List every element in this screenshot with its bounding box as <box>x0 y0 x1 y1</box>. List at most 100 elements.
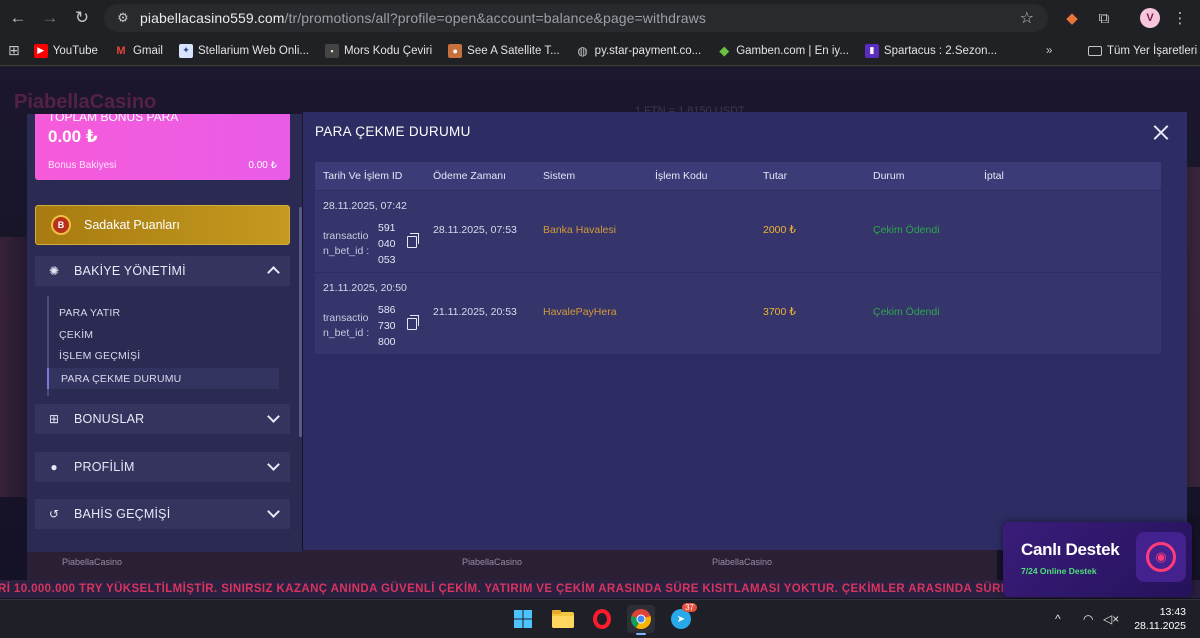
bookmark-star-payment[interactable]: ◍ py.star-payment.co... <box>576 43 701 58</box>
bonus-balance-card: TOPLAM BONUS PARA 0.00 ₺ Bonus Bakiyesi … <box>35 114 290 180</box>
file-explorer-icon[interactable] <box>549 605 577 633</box>
gmail-icon: M <box>116 44 126 57</box>
chat-icon[interactable]: ◉ <box>1136 532 1186 582</box>
game-thumb-logo: PiabellaCasino <box>62 557 123 567</box>
bonus-value: 0.00 ₺ <box>48 127 98 146</box>
bookmark-youtube[interactable]: ▶ YouTube <box>33 43 98 58</box>
cell-tx-label: transactio n_bet_id : <box>323 230 370 257</box>
stellarium-icon: ✦ <box>178 43 193 58</box>
history-icon: ↺ <box>48 507 60 521</box>
bet-history-section[interactable]: ↺ BAHİS GEÇMİŞİ <box>35 499 290 529</box>
site-info-icon[interactable]: ⚙ <box>110 10 136 26</box>
bookmarks-overflow-icon[interactable]: » <box>1046 45 1052 57</box>
submenu-deposit[interactable]: PARA YATIR <box>47 302 279 323</box>
gear-icon: ✺ <box>48 264 60 278</box>
section-label: BONUSLAR <box>74 412 145 426</box>
bookmark-spartacus[interactable]: ▮ Spartacus : 2.Sezon... <box>864 43 998 58</box>
windows-taskbar: ➤ 37 ^ ◠ ◁× 13:43 28.11.2025 <box>0 599 1200 637</box>
bookmark-label: Spartacus : 2.Sezon... <box>883 44 998 57</box>
cell-amount: 3700 ₺ <box>763 306 796 318</box>
profile-section[interactable]: ● PROFİLİM <box>35 452 290 482</box>
submenu-transaction-history[interactable]: İŞLEM GEÇMİŞİ <box>47 345 279 366</box>
chevron-down-icon <box>267 410 280 423</box>
casino-website: PiabellaCasino 1 FTN = 1.8150 USDT Piabe… <box>0 67 1200 599</box>
bookmark-star-icon[interactable]: ☆ <box>1020 8 1034 28</box>
bookmark-morse[interactable]: ▪ Mors Kodu Çeviri <box>324 43 433 58</box>
chrome-icon[interactable] <box>627 605 655 635</box>
chat-bubble-icon: ◉ <box>1146 542 1176 572</box>
windows-start-icon[interactable] <box>509 605 537 633</box>
table-row: 21.11.2025, 20:50 transactio n_bet_id : … <box>315 273 1161 355</box>
folder-icon <box>1088 45 1102 56</box>
cell-paid-at: 28.11.2025, 07:53 <box>433 224 517 236</box>
profile-initial: V <box>1140 8 1160 28</box>
chevron-down-icon <box>267 505 280 518</box>
loyalty-label: Sadakat Puanları <box>84 218 180 232</box>
bonus-balance-value: 0.00 ₺ <box>248 160 277 171</box>
apps-grid-icon[interactable]: ⊞ <box>8 42 20 59</box>
profile-avatar[interactable]: V <box>1138 6 1162 30</box>
support-subtitle: 7/24 Online Destek <box>1021 566 1097 576</box>
column-header: Tutar <box>763 170 788 182</box>
all-bookmarks-label: Tüm Yer İşaretleri <box>1107 44 1198 57</box>
volume-muted-icon[interactable]: ◁× <box>1103 600 1119 638</box>
loyalty-points-button[interactable]: B Sadakat Puanları <box>35 205 290 245</box>
cell-paid-at: 21.11.2025, 20:53 <box>433 306 517 318</box>
balance-management-section[interactable]: ✺ BAKİYE YÖNETİMİ <box>35 256 290 286</box>
all-bookmarks[interactable]: Tüm Yer İşaretleri <box>1088 45 1197 57</box>
telegram-badge: 37 <box>682 603 697 612</box>
column-header: Ödeme Zamanı <box>433 170 506 182</box>
telegram-icon[interactable]: ➤ 37 <box>667 603 697 633</box>
cell-status: Çekim Ödendi <box>873 224 940 236</box>
column-header: Sistem <box>543 170 576 182</box>
menu-kebab-icon[interactable]: ⋮ <box>1168 6 1192 30</box>
address-bar[interactable]: ⚙ piabellacasino559.com/tr/promotions/al… <box>104 4 1048 32</box>
close-icon[interactable] <box>1153 124 1169 140</box>
cell-system: HavalePayHera <box>543 306 617 318</box>
column-header: İşlem Kodu <box>655 170 708 182</box>
withdraw-table: Tarih Ve İşlem ID Ödeme Zamanı Sistem İş… <box>315 162 1161 355</box>
column-header: Durum <box>873 170 905 182</box>
loyalty-coin-icon: B <box>51 215 71 235</box>
submenu-withdraw-status[interactable]: PARA ÇEKME DURUMU <box>47 368 279 389</box>
withdraw-status-modal: PARA ÇEKME DURUMU Tarih Ve İşlem ID Ödem… <box>303 112 1187 550</box>
section-label: BAHİS GEÇMİŞİ <box>74 507 171 521</box>
live-support-widget[interactable]: Canlı Destek 7/24 Online Destek ◉ <box>1003 522 1192 597</box>
youtube-icon: ▶ <box>33 43 48 58</box>
cell-date: 21.11.2025, 20:50 <box>323 282 407 294</box>
wifi-icon[interactable]: ◠ <box>1083 600 1093 638</box>
system-clock[interactable]: 13:43 28.11.2025 <box>1134 605 1186 633</box>
bookmark-gmail[interactable]: M Gmail <box>114 44 163 58</box>
opera-icon[interactable] <box>588 605 616 633</box>
url-host: piabellacasino559.com <box>140 10 285 26</box>
tray-chevron-icon[interactable]: ^ <box>1055 600 1061 638</box>
copy-icon[interactable] <box>407 233 419 248</box>
bookmark-stellarium[interactable]: ✦ Stellarium Web Onli... <box>178 43 309 58</box>
copy-icon[interactable] <box>407 315 419 330</box>
bonuses-section[interactable]: ⊞ BONUSLAR <box>35 404 290 434</box>
cell-amount: 2000 ₺ <box>763 224 796 236</box>
bonus-balance-label: Bonus Bakiyesi <box>48 160 117 171</box>
section-label: BAKİYE YÖNETİMİ <box>74 264 186 278</box>
bookmark-label: Gmail <box>132 44 163 57</box>
extensions-puzzle-icon[interactable]: ⧉ <box>1092 6 1116 30</box>
globe-icon: ◍ <box>577 43 588 58</box>
column-header: Tarih Ve İşlem ID <box>323 170 403 182</box>
bookmark-gamben[interactable]: ◆ Gamben.com | En iy... <box>717 43 849 58</box>
extension-fox-icon[interactable]: ◆ <box>1060 6 1084 30</box>
reload-icon[interactable]: ↻ <box>68 4 96 32</box>
submenu-withdraw[interactable]: ÇEKİM <box>47 324 279 345</box>
bookmark-label: Stellarium Web Onli... <box>197 44 309 57</box>
clock-date: 28.11.2025 <box>1134 620 1186 632</box>
forward-icon[interactable]: → <box>36 4 64 32</box>
clock-time: 13:43 <box>1159 606 1186 618</box>
cell-date: 28.11.2025, 07:42 <box>323 200 407 212</box>
address-url[interactable]: piabellacasino559.com/tr/promotions/all?… <box>140 10 706 26</box>
morse-icon: ▪ <box>324 43 339 58</box>
bookmark-satellite[interactable]: ● See A Satellite T... <box>448 43 560 58</box>
account-sidebar: TOPLAM BONUS PARA 0.00 ₺ Bonus Bakiyesi … <box>27 114 302 552</box>
bookmark-label: Mors Kodu Çeviri <box>343 44 433 57</box>
back-icon[interactable]: ← <box>4 4 32 32</box>
sidebar-scrollbar[interactable] <box>299 207 302 437</box>
cell-system: Banka Havalesi <box>543 224 616 236</box>
